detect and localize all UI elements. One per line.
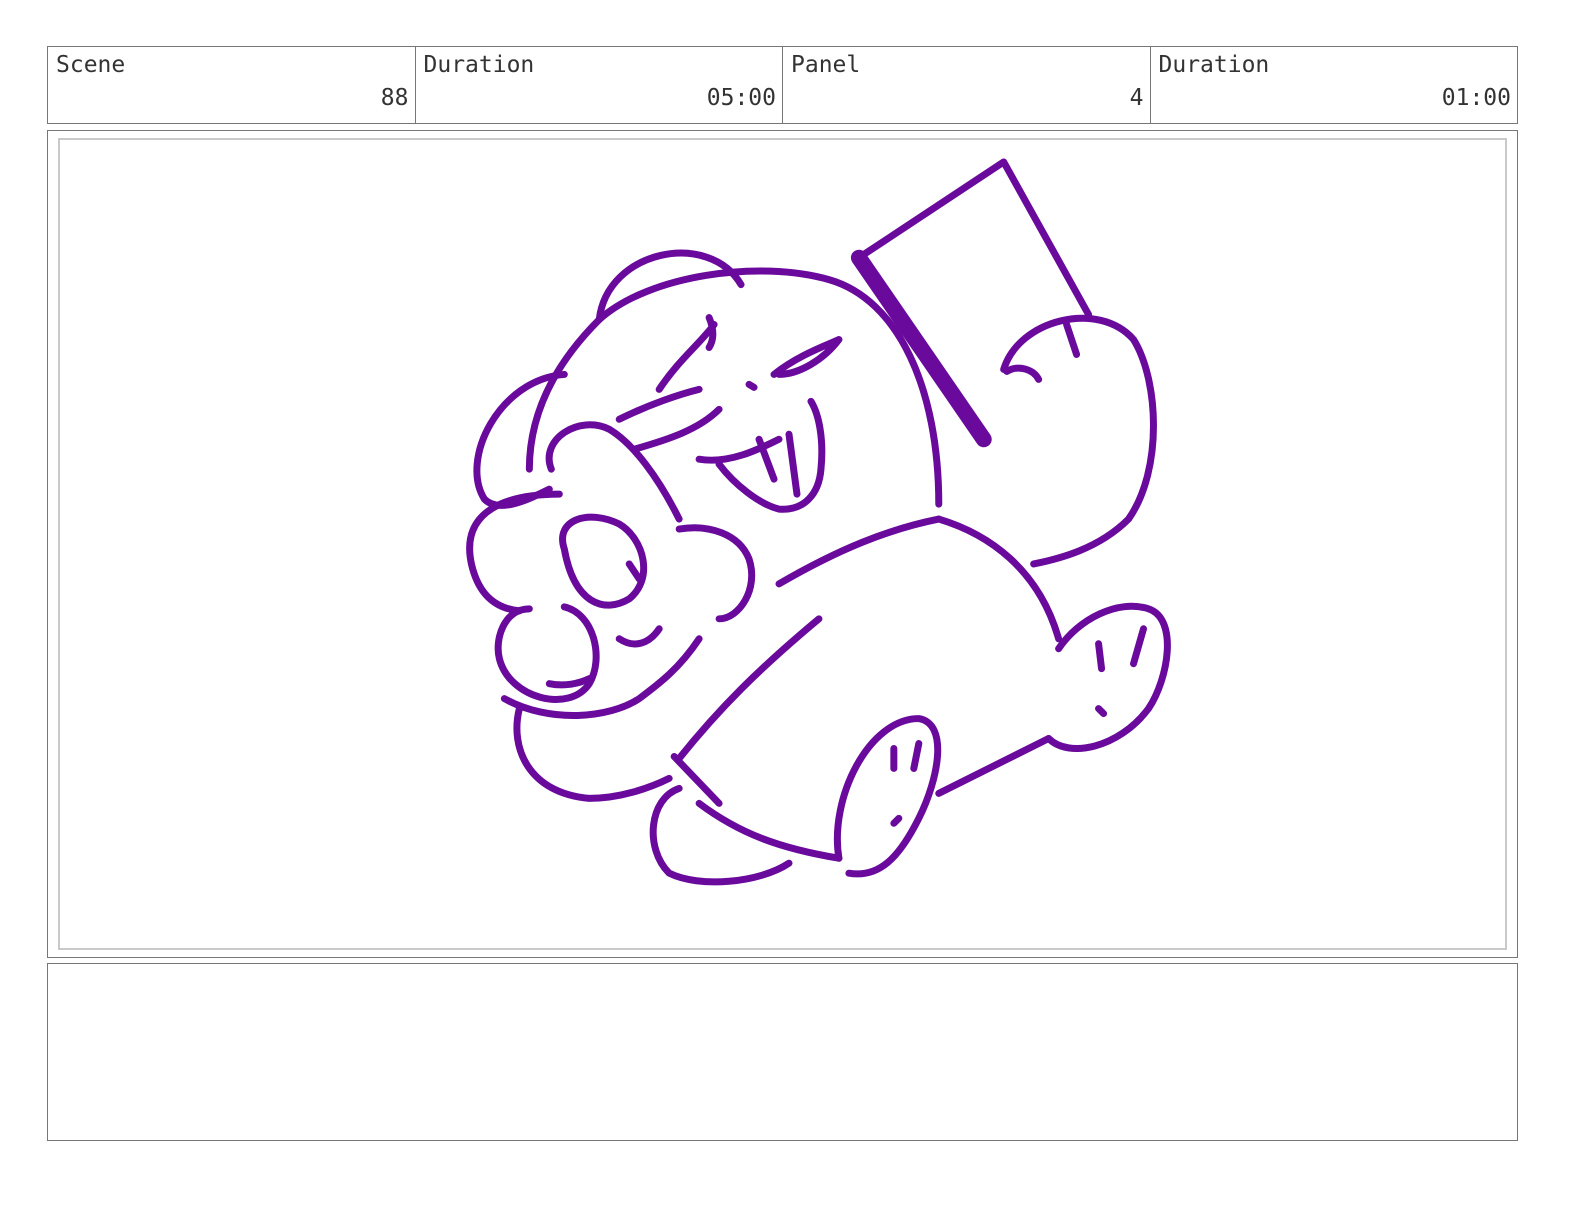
frame-safe-area: [58, 138, 1507, 950]
right-foot-sole: [890, 814, 903, 827]
brow-mark: [705, 314, 717, 351]
hat-outline: [855, 158, 1093, 319]
lid-line: [615, 385, 703, 423]
panel-cell: Panel 4: [783, 47, 1151, 123]
nose-tip: [545, 675, 593, 689]
fist-knuckle: [1063, 321, 1081, 358]
right-foot-toe-2: [910, 740, 923, 772]
leg-connect: [935, 735, 1053, 797]
panel-number: 4: [1129, 85, 1144, 111]
scene-duration-cell: Duration 05:00: [416, 47, 783, 123]
mouth-upper: [630, 405, 723, 453]
far-foot-sole: [1095, 705, 1108, 718]
tooth-right: [785, 430, 801, 498]
hat-brim: [850, 249, 992, 448]
eye-dot: [745, 380, 758, 391]
brow: [655, 321, 718, 393]
scene-cell: Scene 88: [48, 47, 416, 123]
body-bottom: [695, 799, 843, 862]
right-foot: [834, 715, 942, 878]
collar: [775, 515, 943, 588]
belt: [670, 752, 723, 807]
mustache-right: [675, 524, 756, 623]
chin: [615, 625, 663, 648]
pupil: [625, 560, 643, 583]
storyboard-frame: [47, 130, 1518, 958]
character-sketch: [466, 158, 1171, 886]
scene-label: Scene: [56, 52, 126, 78]
far-foot-toe-1: [1095, 640, 1106, 673]
panel-duration-cell: Duration 01:00: [1151, 47, 1518, 123]
jaw-line: [500, 635, 703, 719]
panel-label: Panel: [791, 52, 861, 78]
eye-socket: [559, 513, 648, 609]
scene-duration-label: Duration: [423, 52, 535, 78]
body-right: [935, 515, 1063, 643]
body-lower-left: [513, 705, 673, 802]
scene-duration-value: 05:00: [706, 85, 776, 111]
head-left-side: [525, 316, 603, 473]
panel-header: Scene 88 Duration 05:00 Panel 4 Duration…: [47, 46, 1518, 124]
panel-duration-value: 01:00: [1441, 85, 1511, 111]
far-foot: [1045, 602, 1171, 752]
fist-finger: [1003, 364, 1043, 383]
scene-number: 88: [380, 85, 409, 111]
cheek-left: [473, 370, 568, 509]
eye-right: [770, 336, 843, 378]
nose-left: [466, 490, 563, 615]
panel-notes[interactable]: [47, 963, 1518, 1141]
panel-duration-label: Duration: [1158, 52, 1270, 78]
far-foot-toe-2: [1130, 625, 1147, 668]
